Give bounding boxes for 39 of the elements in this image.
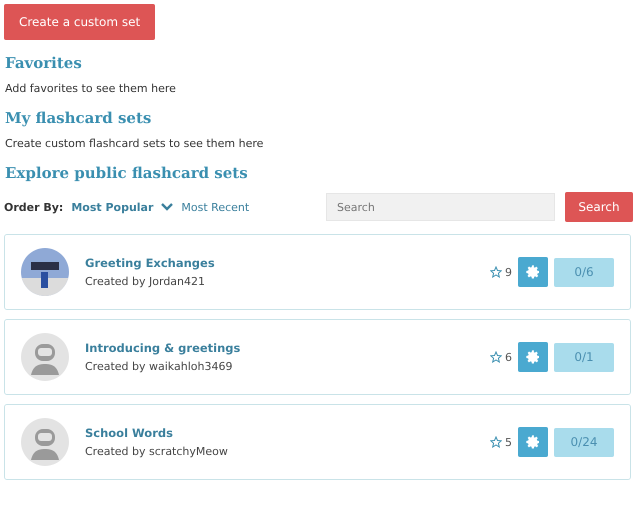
- flashcard-set-card[interactable]: Introducing & greetings Created by waikahloh3469 6 0/1: [4, 319, 631, 395]
- settings-button[interactable]: [518, 342, 548, 372]
- star-count: 9: [505, 266, 512, 278]
- avatar-icon: [21, 333, 69, 381]
- section-heading: Favorites: [5, 54, 83, 72]
- star-count: 6: [505, 350, 512, 364]
- settings-button[interactable]: [518, 427, 548, 457]
- set-title[interactable]: Greeting Exchanges: [85, 256, 490, 270]
- gear-icon[interactable]: [525, 434, 541, 450]
- gear-icon[interactable]: [525, 264, 541, 280]
- section-heading: Explore public flashcard sets: [5, 164, 249, 182]
- avatar-icon: [21, 418, 69, 466]
- order-label: Order By:: [4, 200, 64, 214]
- empty-message: Add favorites to see them here: [5, 82, 177, 95]
- settings-button[interactable]: [518, 257, 548, 287]
- empty-message: Create custom flashcard sets to see them here: [5, 137, 264, 150]
- search-field[interactable]: Search: [326, 193, 555, 221]
- create-set-button[interactable]: Create a custom set: [4, 4, 156, 40]
- creator-text: Created by Jordan421: [85, 275, 206, 288]
- star-icon: [490, 351, 502, 363]
- chevron-down-icon[interactable]: [161, 203, 174, 211]
- sort-option[interactable]: Most Recent: [181, 200, 250, 214]
- star-count: 5: [505, 436, 512, 448]
- flashcard-set-card[interactable]: Greeting Exchanges Created by Jordan421 9 0/6: [4, 234, 631, 310]
- sort-option[interactable]: Most Popular: [71, 200, 154, 214]
- set-title[interactable]: School Words: [85, 426, 490, 440]
- star-icon: [490, 436, 502, 448]
- gear-icon[interactable]: [525, 349, 541, 365]
- progress-badge: 0/1: [554, 342, 614, 372]
- photo-placeholder: [21, 248, 69, 296]
- set-title[interactable]: Introducing & greetings: [85, 341, 490, 355]
- section-heading: My flashcard sets: [5, 109, 152, 127]
- search-button[interactable]: Search: [565, 192, 633, 222]
- progress-badge: 0/6: [554, 258, 614, 286]
- flashcard-set-card[interactable]: School Words Created by scratchyMeow 5 0/24: [4, 404, 631, 480]
- creator-text: Created by scratchyMeow: [85, 445, 229, 458]
- creator-text: Created by waikahloh3469: [85, 360, 234, 373]
- progress-badge: 0/24: [554, 428, 614, 456]
- star-icon: [490, 266, 502, 278]
